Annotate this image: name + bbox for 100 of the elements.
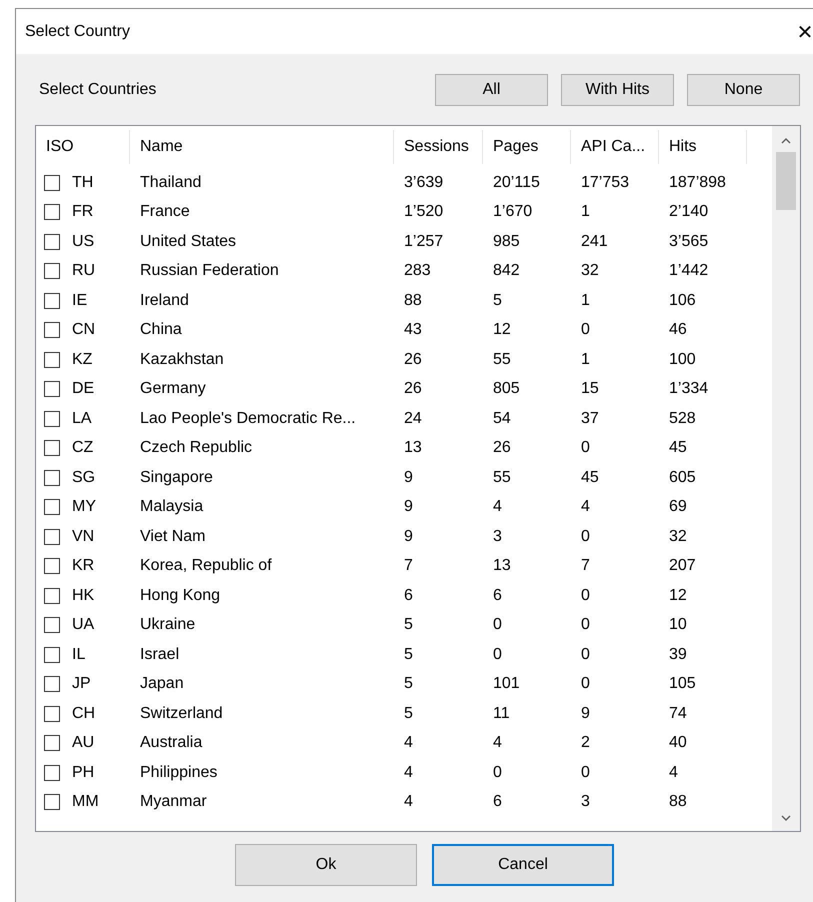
table-cell: 5 <box>404 675 413 692</box>
table-cell: 45 <box>581 468 599 486</box>
dialog-button[interactable]: Cancel <box>432 844 614 886</box>
window-title: Select Country <box>25 22 130 40</box>
scroll-thumb[interactable] <box>776 152 796 210</box>
scroll-up-icon[interactable] <box>781 138 791 144</box>
checkbox[interactable] <box>44 588 60 604</box>
scroll-down-icon[interactable] <box>781 815 791 821</box>
scrollbar[interactable] <box>772 126 800 831</box>
table-cell: 0 <box>581 439 590 456</box>
table-cell: 55 <box>493 468 511 486</box>
checkbox[interactable] <box>44 735 60 752</box>
table-cell: 9 <box>404 528 413 545</box>
table-cell: Korea, Republic of <box>140 557 272 574</box>
table-cell: Lao People's Democratic Re... <box>140 410 356 427</box>
table-cell: KZ <box>72 350 92 369</box>
table-cell: 283 <box>404 262 431 280</box>
checkbox[interactable] <box>44 617 60 634</box>
column-header[interactable]: API Ca... <box>571 130 659 164</box>
table-cell: Australia <box>140 734 202 752</box>
table-cell: FR <box>72 203 94 222</box>
table-cell: VN <box>72 528 94 546</box>
table-cell: 106 <box>669 292 696 309</box>
table-cell: 9 <box>581 704 590 722</box>
select-button[interactable]: With Hits <box>561 74 674 106</box>
table-cell: 26 <box>404 380 422 398</box>
table-cell: 985 <box>493 232 520 250</box>
checkbox[interactable] <box>44 558 60 574</box>
table-cell: 805 <box>493 380 520 398</box>
checkbox[interactable] <box>44 174 60 191</box>
table-cell: 74 <box>669 704 687 722</box>
table-cell: Myanmar <box>140 793 207 810</box>
table-cell: JP <box>72 675 91 694</box>
checkbox[interactable] <box>44 764 60 781</box>
table-cell: 1’442 <box>669 262 708 280</box>
checkbox[interactable] <box>44 794 60 810</box>
checkbox[interactable] <box>44 234 60 250</box>
table-cell: Czech Republic <box>140 439 252 456</box>
checkbox[interactable] <box>44 676 60 692</box>
checkbox[interactable] <box>44 440 60 456</box>
table-cell: 7 <box>404 557 413 574</box>
table-cell: 1’334 <box>669 380 708 398</box>
table-cell: CZ <box>72 439 94 458</box>
table-cell: 24 <box>404 410 422 427</box>
table-cell: 0 <box>581 321 590 338</box>
table-cell: Singapore <box>140 468 213 486</box>
table-cell: 5 <box>404 616 413 634</box>
checkbox[interactable] <box>44 204 60 220</box>
table-cell: 2’140 <box>669 203 708 220</box>
table-cell: 10 <box>669 616 687 634</box>
checkbox[interactable] <box>44 706 60 722</box>
column-header[interactable]: ISO <box>36 130 130 164</box>
table-cell: 40 <box>669 734 687 752</box>
column-header[interactable]: Name <box>130 130 394 164</box>
checkbox[interactable] <box>44 292 60 309</box>
table-cell: 0 <box>493 646 502 663</box>
table-cell: TH <box>72 174 94 192</box>
table-cell: 187’898 <box>669 174 726 191</box>
table-cell: 4 <box>404 734 413 752</box>
checkbox[interactable] <box>44 322 60 338</box>
table-cell: 32 <box>581 262 599 280</box>
checkbox[interactable] <box>44 528 60 545</box>
table-cell: 32 <box>669 528 687 545</box>
table-cell: 100 <box>669 350 696 368</box>
table-cell: 26 <box>493 439 511 456</box>
table-cell: 9 <box>404 498 413 516</box>
table-cell: 241 <box>581 232 608 250</box>
checkbox[interactable] <box>44 646 60 663</box>
dialog-button[interactable]: Ok <box>235 844 417 886</box>
table-cell: 3 <box>581 793 590 810</box>
column-header[interactable]: Hits <box>659 130 747 164</box>
table-cell: RU <box>72 262 96 280</box>
table-cell: 1 <box>581 203 590 220</box>
table-cell: Viet Nam <box>140 528 206 545</box>
table-cell: SG <box>72 468 96 487</box>
table-cell: Germany <box>140 380 206 398</box>
select-button[interactable]: All <box>435 74 548 106</box>
close-button[interactable]: ✕ <box>782 10 813 54</box>
checkbox[interactable] <box>44 499 60 516</box>
table-cell: 4 <box>669 764 678 781</box>
table-cell: 4 <box>493 498 502 516</box>
column-header[interactable]: Pages <box>483 130 571 164</box>
table-cell: 0 <box>581 528 590 545</box>
column-header[interactable]: Sessions <box>394 130 483 164</box>
checkbox[interactable] <box>44 263 60 280</box>
checkbox[interactable] <box>44 410 60 427</box>
table-cell: PH <box>72 764 94 782</box>
table-cell: 0 <box>581 586 590 604</box>
checkbox[interactable] <box>44 352 60 368</box>
select-button[interactable]: None <box>687 74 800 106</box>
table-cell: 3’565 <box>669 232 708 250</box>
table-cell: 43 <box>404 321 422 338</box>
table-cell: 4 <box>493 734 502 752</box>
table-cell: 39 <box>669 646 687 663</box>
checkbox[interactable] <box>44 381 60 398</box>
table-cell: 6 <box>404 586 413 604</box>
table-cell: Philippines <box>140 764 218 781</box>
checkbox[interactable] <box>44 470 60 486</box>
table-cell: Hong Kong <box>140 586 220 604</box>
table-cell: 105 <box>669 675 696 692</box>
